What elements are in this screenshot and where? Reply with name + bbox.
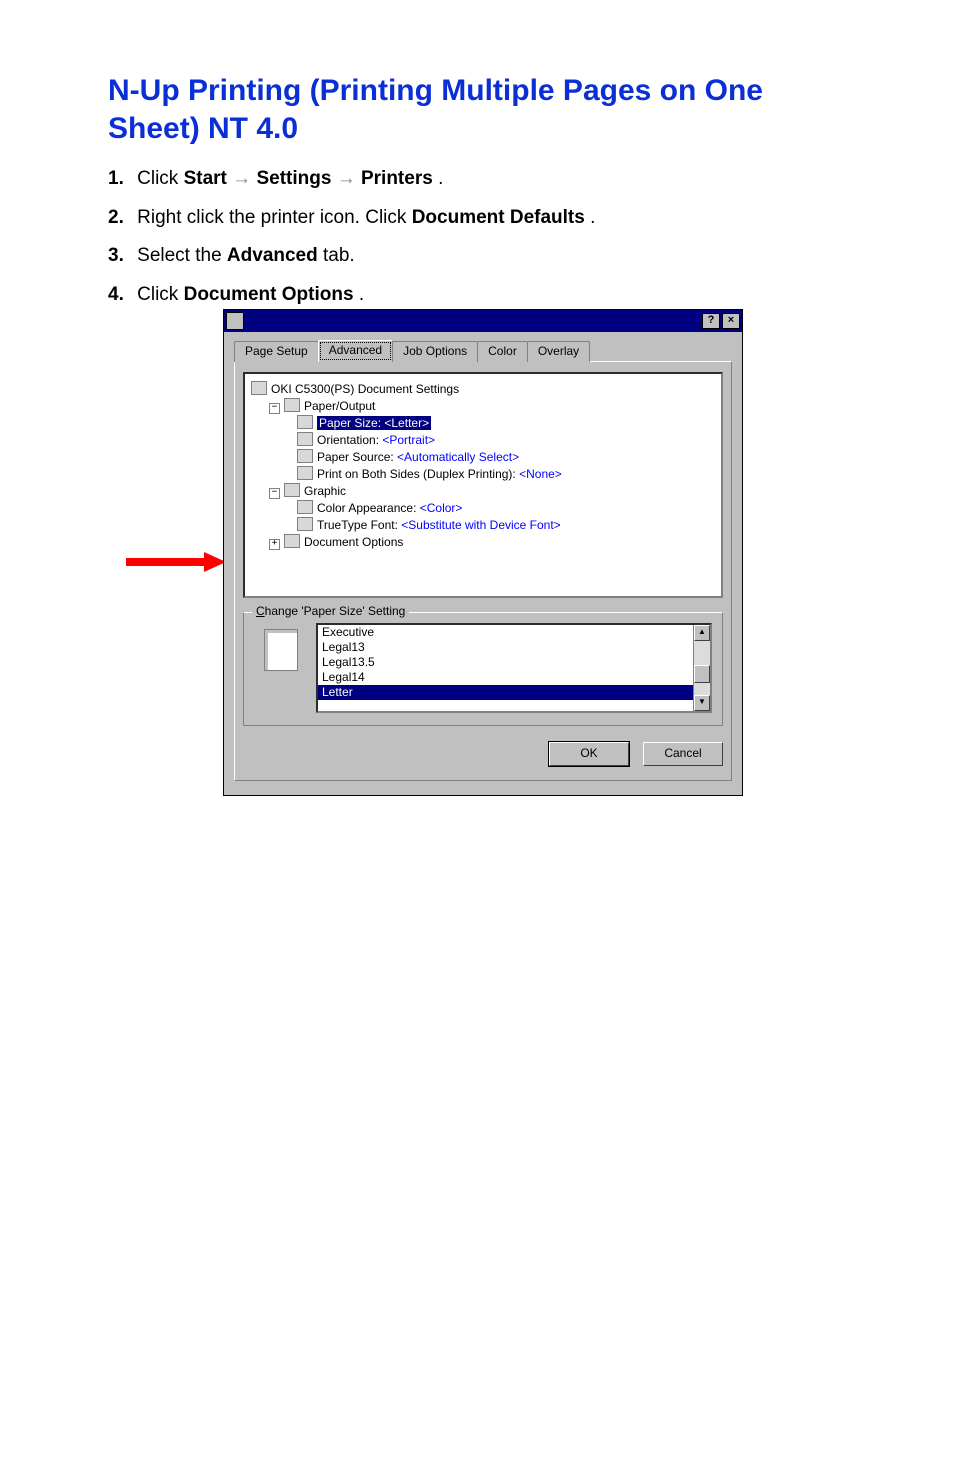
tree-paper-output[interactable]: −Paper/Output	[251, 398, 715, 414]
scroll-down-icon[interactable]: ▼	[694, 695, 710, 711]
arrow-right-icon: →	[337, 168, 361, 189]
tab-panel-advanced: OKI C5300(PS) Document Settings −Paper/O…	[234, 361, 732, 781]
tree-orientation[interactable]: Orientation: <Portrait>	[251, 432, 715, 448]
step-2: 2. Right click the printer icon. Click D…	[108, 204, 854, 233]
tree-document-options[interactable]: +Document Options	[251, 534, 715, 550]
step-num: 3.	[108, 245, 124, 266]
tree-paper-source[interactable]: Paper Source: <Automatically Select>	[251, 449, 715, 465]
list-item[interactable]: Legal13.5	[318, 655, 710, 670]
list-item[interactable]: Legal13	[318, 640, 710, 655]
list-item[interactable]: Executive	[318, 625, 710, 640]
graphic-icon	[284, 483, 300, 497]
tab-advanced[interactable]: Advanced	[318, 340, 393, 362]
tab-job-options[interactable]: Job Options	[392, 341, 478, 362]
tray-icon	[297, 449, 313, 463]
settings-tree[interactable]: OKI C5300(PS) Document Settings −Paper/O…	[243, 372, 723, 598]
scroll-thumb[interactable]	[694, 665, 710, 683]
paper-size-listbox[interactable]: Executive Legal13 Legal13.5 Legal14 Lett…	[316, 623, 712, 713]
tree-root[interactable]: OKI C5300(PS) Document Settings	[251, 381, 715, 397]
tab-overlay[interactable]: Overlay	[527, 341, 590, 362]
callout-arrow-icon	[126, 552, 236, 572]
tree-color-appearance[interactable]: Color Appearance: <Color>	[251, 500, 715, 516]
page-icon	[297, 415, 313, 429]
step-1: 1. Click Start → Settings → Printers .	[108, 165, 854, 194]
change-setting-group: Change 'Paper Size' Setting Executive Le…	[243, 612, 723, 726]
tree-truetype-font[interactable]: TrueType Font: <Substitute with Device F…	[251, 517, 715, 533]
step-num: 1.	[108, 168, 124, 189]
folder-icon	[284, 398, 300, 412]
tab-color[interactable]: Color	[477, 341, 528, 362]
step-num: 4.	[108, 284, 124, 305]
color-icon	[297, 500, 313, 514]
printer-icon	[251, 381, 267, 395]
close-button[interactable]: ×	[722, 313, 740, 329]
expand-icon[interactable]: +	[269, 539, 280, 550]
font-icon	[297, 517, 313, 531]
listbox-scrollbar[interactable]: ▲ ▼	[693, 625, 710, 711]
arrow-right-icon: →	[232, 168, 256, 189]
step-4: 4. Click Document Options .	[108, 281, 854, 310]
duplex-icon	[297, 466, 313, 480]
options-icon	[284, 534, 300, 548]
dialog-titlebar: ? ×	[224, 310, 742, 332]
tab-page-setup[interactable]: Page Setup	[234, 341, 319, 362]
help-button[interactable]: ?	[702, 313, 720, 329]
scroll-up-icon[interactable]: ▲	[694, 625, 710, 641]
ok-button[interactable]: OK	[549, 742, 629, 766]
tab-strip: Page Setup Advanced Job Options Color Ov…	[234, 340, 732, 362]
tree-graphic[interactable]: −Graphic	[251, 483, 715, 499]
page-title: N-Up Printing (Printing Multiple Pages o…	[108, 72, 854, 147]
cancel-button[interactable]: Cancel	[643, 742, 723, 766]
list-item[interactable]: Legal14	[318, 670, 710, 685]
step-num: 2.	[108, 207, 124, 228]
collapse-icon[interactable]: −	[269, 403, 280, 414]
orientation-icon	[297, 432, 313, 446]
window-icon	[226, 312, 244, 330]
printer-settings-dialog: ? × Page Setup Advanced Job Options Colo…	[224, 310, 742, 795]
collapse-icon[interactable]: −	[269, 488, 280, 499]
group-title: Change 'Paper Size' Setting	[252, 604, 409, 619]
list-item-selected[interactable]: Letter	[318, 685, 710, 700]
step-3: 3. Select the Advanced tab.	[108, 242, 854, 271]
tree-duplex[interactable]: Print on Both Sides (Duplex Printing): <…	[251, 466, 715, 482]
paper-preview-icon	[264, 629, 298, 671]
tree-paper-size[interactable]: Paper Size: <Letter>	[251, 415, 715, 431]
